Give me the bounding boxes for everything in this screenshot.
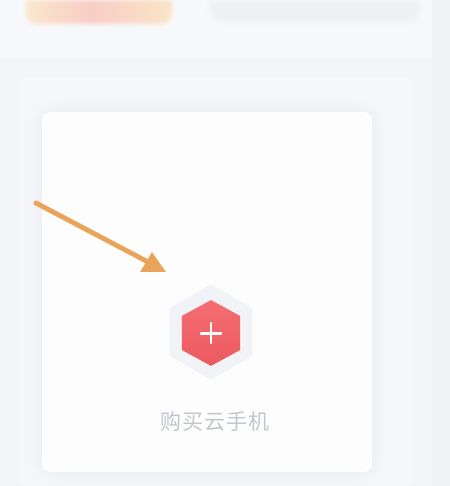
- banner-thumbnail-left[interactable]: [26, 0, 172, 24]
- right-edge-panel: [432, 0, 450, 486]
- buy-cloud-phone-label[interactable]: 购买云手机: [110, 406, 320, 436]
- plus-icon: [200, 322, 222, 344]
- top-banner-strip: [0, 0, 450, 58]
- banner-thumbnail-right[interactable]: [210, 0, 420, 22]
